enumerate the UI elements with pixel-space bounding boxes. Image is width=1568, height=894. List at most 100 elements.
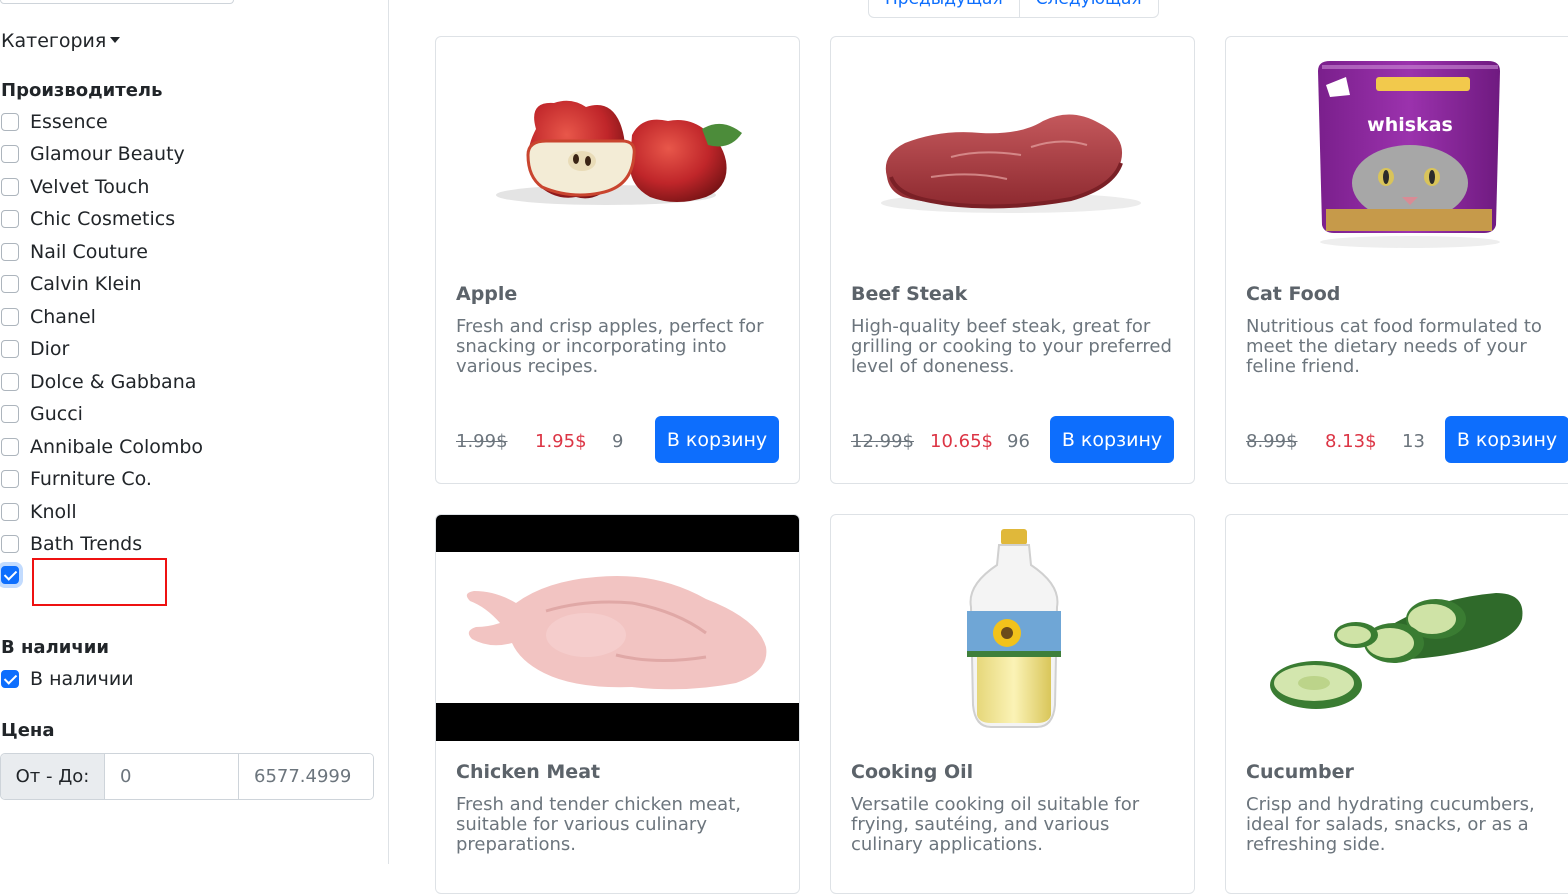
add-to-cart-button[interactable]: В корзину xyxy=(655,416,779,463)
manufacturer-option-gucci[interactable]: Gucci xyxy=(0,399,83,429)
stock-title: В наличии xyxy=(1,637,109,658)
product-description: Nutritious cat food formulated to meet t… xyxy=(1246,316,1542,377)
in-stock-option[interactable]: В наличии xyxy=(0,664,134,694)
beef-steak-image xyxy=(881,114,1141,213)
manufacturer-checkbox[interactable] xyxy=(1,243,19,261)
manufacturer-option-calvin-klein[interactable]: Calvin Klein xyxy=(0,269,142,299)
manufacturer-checkbox[interactable] xyxy=(1,210,19,228)
add-to-cart-button[interactable]: В корзину xyxy=(1050,416,1174,463)
manufacturer-label: Calvin Klein xyxy=(30,273,142,295)
product-description: Fresh and tender chicken meat, suitable … xyxy=(456,794,741,855)
manufacturer-option-dior[interactable]: Dior xyxy=(0,334,69,364)
manufacturer-label: Furniture Co. xyxy=(30,468,152,490)
product-title: Cucumber xyxy=(1246,761,1354,783)
product-price: 8.13$ xyxy=(1325,431,1377,452)
manufacturer-label: Knoll xyxy=(30,501,77,523)
manufacturer-option-glamour-beauty[interactable]: Glamour Beauty xyxy=(0,139,185,169)
manufacturer-option-knoll[interactable]: Knoll xyxy=(0,497,77,527)
highlight-annotation-box xyxy=(32,558,167,606)
product-title: Chicken Meat xyxy=(456,761,601,783)
product-card-chicken-meat: Chicken Meat Fresh and tender chicken me… xyxy=(435,514,800,894)
price-range-addon: От - До: xyxy=(1,754,105,799)
product-card-apple: Apple Fresh and crisp apples, perfect fo… xyxy=(435,36,800,484)
product-price: 1.95$ xyxy=(535,431,587,452)
product-title: Cat Food xyxy=(1246,283,1341,305)
product-card-cucumber: Cucumber Crisp and hydrating cucumbers, … xyxy=(1225,514,1568,894)
chicken-meat-image xyxy=(436,515,799,741)
product-stock: 13 xyxy=(1402,431,1425,452)
price-from-input[interactable] xyxy=(105,754,239,799)
category-label: Категория xyxy=(1,30,107,52)
manufacturer-checkbox[interactable] xyxy=(1,438,19,456)
product-old-price: 8.99$ xyxy=(1246,431,1298,452)
manufacturer-option-annibale-colombo[interactable]: Annibale Colombo xyxy=(0,432,203,462)
manufacturer-option-velvet-touch[interactable]: Velvet Touch xyxy=(0,172,149,202)
manufacturer-checkbox[interactable] xyxy=(1,178,19,196)
pagination-prev[interactable]: Предыдущая xyxy=(869,0,1019,17)
manufacturer-label: Bath Trends xyxy=(30,533,143,555)
manufacturer-checkbox-checked[interactable] xyxy=(1,566,19,584)
manufacturer-option-nail-couture[interactable]: Nail Couture xyxy=(0,237,148,267)
product-card-cat-food: whiskas Cat Food Nutritious cat food for… xyxy=(1225,36,1568,484)
manufacturer-checkbox[interactable] xyxy=(1,535,19,553)
in-stock-label: В наличии xyxy=(30,668,134,690)
manufacturer-checkbox[interactable] xyxy=(1,373,19,391)
product-stock: 9 xyxy=(612,431,624,452)
product-title: Apple xyxy=(456,283,518,305)
manufacturer-label: Essence xyxy=(30,111,108,133)
cat-food-image: whiskas xyxy=(1318,61,1500,248)
manufacturer-label: Velvet Touch xyxy=(30,176,150,198)
manufacturer-checkbox[interactable] xyxy=(1,308,19,326)
filter-sidebar: Категория Производитель Essence Glamour … xyxy=(0,0,389,864)
manufacturer-title: Производитель xyxy=(1,80,163,101)
product-description: Fresh and crisp apples, perfect for snac… xyxy=(456,316,764,377)
manufacturer-checkbox[interactable] xyxy=(1,113,19,131)
manufacturer-label: Glamour Beauty xyxy=(30,143,185,165)
product-title: Cooking Oil xyxy=(851,761,974,783)
product-title: Beef Steak xyxy=(851,283,968,305)
manufacturer-checkbox[interactable] xyxy=(1,145,19,163)
add-to-cart-button[interactable]: В корзину xyxy=(1445,416,1568,463)
price-to-input[interactable] xyxy=(239,754,373,799)
product-old-price: 12.99$ xyxy=(851,431,914,452)
manufacturer-option-chanel[interactable]: Chanel xyxy=(0,302,96,332)
manufacturer-checkbox[interactable] xyxy=(1,275,19,293)
product-description: Versatile cooking oil suitable for fryin… xyxy=(851,794,1140,855)
manufacturer-option-chic-cosmetics[interactable]: Chic Cosmetics xyxy=(0,204,175,234)
manufacturer-label: Gucci xyxy=(30,403,83,425)
product-card-cooking-oil: Cooking Oil Versatile cooking oil suitab… xyxy=(830,514,1195,894)
manufacturer-checkbox[interactable] xyxy=(1,405,19,423)
product-price: 10.65$ xyxy=(930,431,993,452)
cucumber-image xyxy=(1270,593,1523,709)
manufacturer-option-dolce-gabbana[interactable]: Dolce & Gabbana xyxy=(0,367,196,397)
manufacturer-option-bath-trends[interactable]: Bath Trends xyxy=(0,529,142,559)
manufacturer-checkbox[interactable] xyxy=(1,470,19,488)
manufacturer-label: Annibale Colombo xyxy=(30,436,204,458)
manufacturer-label: Chic Cosmetics xyxy=(30,208,176,230)
search-input[interactable] xyxy=(0,0,234,4)
manufacturer-option-unnamed[interactable] xyxy=(0,560,30,590)
cooking-oil-image xyxy=(967,529,1061,728)
in-stock-checkbox[interactable] xyxy=(1,670,19,688)
product-card-beef-steak: Beef Steak High-quality beef steak, grea… xyxy=(830,36,1195,484)
manufacturer-label: Dior xyxy=(30,338,70,360)
price-title: Цена xyxy=(1,720,55,741)
category-dropdown[interactable]: Категория xyxy=(1,30,121,52)
manufacturer-label: Dolce & Gabbana xyxy=(30,371,197,393)
manufacturer-option-furniture-co[interactable]: Furniture Co. xyxy=(0,464,152,494)
manufacturer-checkbox[interactable] xyxy=(1,340,19,358)
whiskas-logo: whiskas xyxy=(1367,114,1453,136)
manufacturer-checkbox[interactable] xyxy=(1,503,19,521)
manufacturer-option-essence[interactable]: Essence xyxy=(0,107,108,137)
product-stock: 96 xyxy=(1007,431,1030,452)
caret-down-icon xyxy=(110,37,121,43)
apple-image xyxy=(496,100,742,205)
product-description: High-quality beef steak, great for grill… xyxy=(851,316,1172,377)
manufacturer-label: Chanel xyxy=(30,306,96,328)
manufacturer-label: Nail Couture xyxy=(30,241,148,263)
product-old-price: 1.99$ xyxy=(456,431,508,452)
price-range-group: От - До: xyxy=(0,753,374,800)
pagination: Предыдущая Следующая xyxy=(868,0,1159,18)
product-description: Crisp and hydrating cucumbers, ideal for… xyxy=(1246,794,1535,855)
pagination-next[interactable]: Следующая xyxy=(1018,0,1158,17)
